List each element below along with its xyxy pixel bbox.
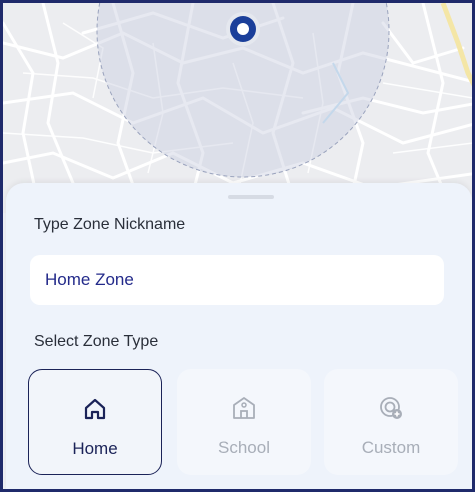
drag-handle[interactable] (228, 195, 274, 199)
map-view[interactable] (3, 3, 472, 213)
zone-type-custom-label: Custom (361, 438, 421, 457)
zone-nickname-input[interactable]: Home Zone (30, 255, 444, 305)
zone-type-home-button[interactable]: Home (28, 369, 162, 475)
zone-type-label: Select Zone Type (34, 333, 159, 350)
home-icon (84, 398, 106, 420)
zone-type-school-button[interactable]: School (177, 369, 311, 475)
school-icon (233, 397, 255, 419)
nickname-label: Type Zone Nickname (34, 216, 186, 233)
location-pin-icon[interactable] (222, 8, 264, 50)
zone-type-home-label: Home (72, 439, 118, 458)
zone-settings-sheet: Type Zone Nickname Home Zone Select Zone… (6, 183, 472, 489)
custom-location-icon (380, 397, 402, 419)
zone-type-school-label: School (218, 438, 270, 457)
zone-nickname-value: Home Zone (45, 270, 134, 289)
app-screen: Type Zone Nickname Home Zone Select Zone… (0, 0, 475, 492)
zone-type-custom-button[interactable]: Custom (324, 369, 458, 475)
